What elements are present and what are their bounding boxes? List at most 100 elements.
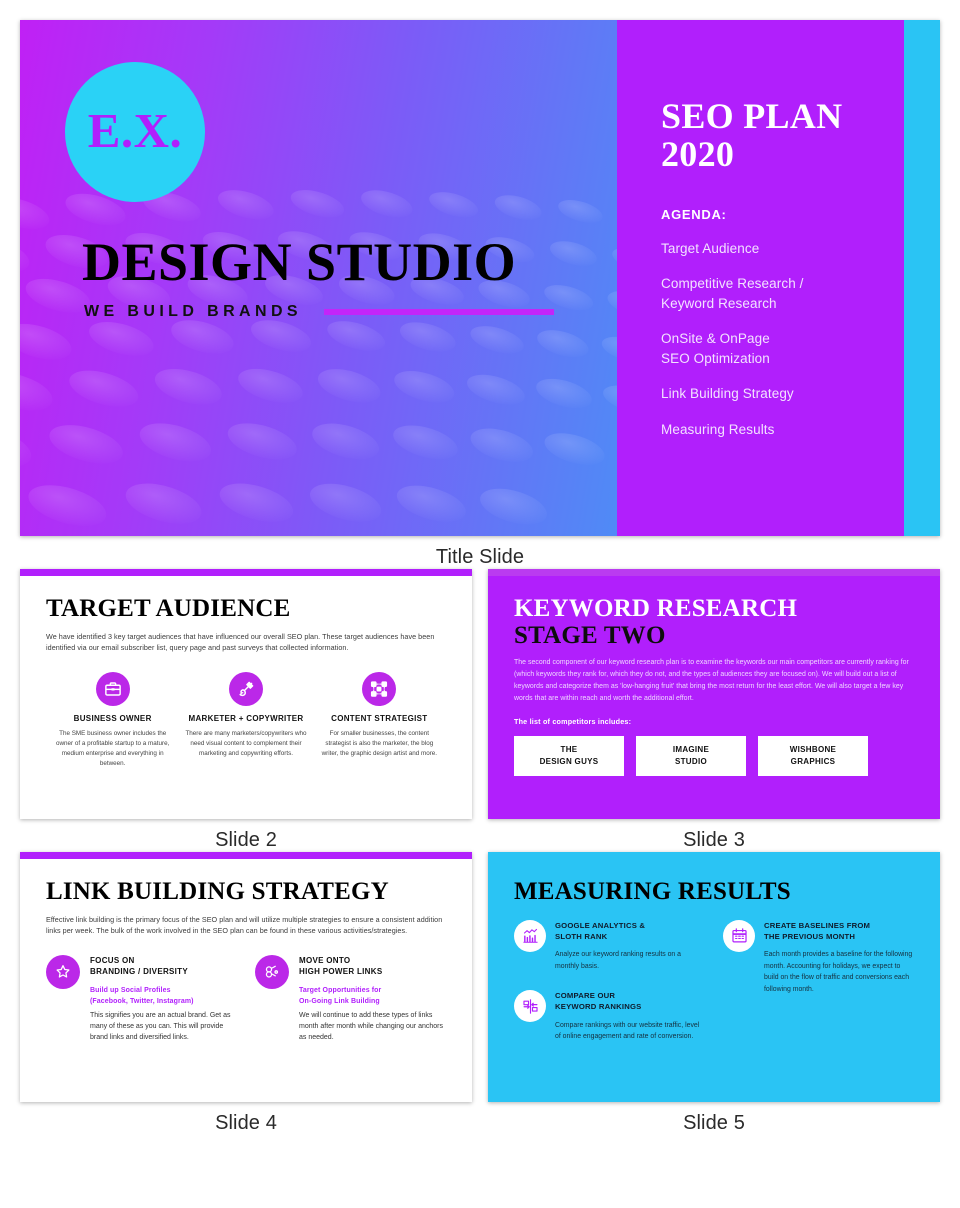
competitor-line1: IMAGINE: [672, 745, 710, 755]
slide-4[interactable]: LINK BUILDING STRATEGY Effective link bu…: [20, 852, 472, 1102]
title-slide-right-strip: SEO PLAN 2020 AGENDA: Target Audience Co…: [617, 20, 940, 536]
star-badge-icon: [46, 954, 80, 989]
strategy-highlight: Build up Social Profiles (Facebook, Twit…: [90, 987, 194, 1005]
audience-title: MARKETER + COPYWRITER: [188, 713, 304, 723]
presentation-title-line2: 2020: [661, 133, 735, 174]
slide-5[interactable]: MEASURING RESULTS GOOGLE ANALYTICS & SLO…: [488, 852, 940, 1102]
slide5-body: MEASURING RESULTS GOOGLE ANALYTICS & SLO…: [488, 859, 940, 1061]
presentation-title: SEO PLAN 2020: [661, 96, 878, 174]
slide5-right-column: CREATE BASELINES FROM THE PREVIOUS MONTH…: [723, 919, 914, 1062]
slide3-subhead: The list of competitors includes:: [514, 716, 632, 726]
slide-2[interactable]: TARGET AUDIENCE We have identified 3 key…: [20, 569, 472, 819]
strategy-desc: We will continue to add these types of l…: [299, 1011, 443, 1042]
scale-pattern-decoration: [20, 189, 617, 526]
metric-title: GOOGLE ANALYTICS & SLOTH RANK: [555, 920, 646, 941]
audience-title: CONTENT STRATEGIST: [331, 713, 428, 723]
slide3-paragraph: The second component of our keyword rese…: [514, 659, 909, 702]
strategy-title: FOCUS ON BRANDING / DIVERSITY: [90, 955, 189, 977]
agenda-item[interactable]: Measuring Results: [661, 420, 878, 440]
competitor-box[interactable]: IMAGINE STUDIO: [636, 735, 746, 776]
paintbrush-icon: [228, 671, 263, 706]
strategy-column[interactable]: MOVE ONTO HIGH POWER LINKS Target Opport…: [255, 954, 446, 1044]
slide5-top-bar: [488, 852, 940, 859]
strategy-highlight: Target Opportunities for On-Going Link B…: [299, 987, 382, 1005]
slide4-title: LINK BUILDING STRATEGY: [46, 878, 389, 905]
competitor-line1: WISHBONE: [789, 745, 837, 755]
slide4-body: LINK BUILDING STRATEGY Effective link bu…: [20, 859, 472, 1044]
slide3-title-line1: KEYWORD RESEARCH: [514, 595, 798, 622]
competitor-line2: STUDIO: [674, 756, 708, 766]
agenda-label: AGENDA:: [661, 206, 727, 222]
slide4-paragraph: Effective link building is the primary f…: [46, 914, 443, 936]
slide4-wrap: LINK BUILDING STRATEGY Effective link bu…: [20, 852, 472, 1135]
metric-item[interactable]: COMPARE OUR KEYWORD RANKINGS Compare ran…: [514, 990, 705, 1043]
brand-tagline: WE BUILD BRANDS: [84, 303, 302, 320]
agenda-item[interactable]: Competitive Research / Keyword Research: [661, 274, 878, 313]
slide3-caption: Slide 3: [683, 829, 745, 851]
metric-desc: Each month provides a baseline for the f…: [764, 950, 913, 994]
strategy-text: MOVE ONTO HIGH POWER LINKS Target Opport…: [299, 955, 446, 1044]
slide4-caption: Slide 4: [215, 1112, 277, 1134]
bar-chart-trend-icon: [514, 919, 546, 952]
strategy-text: FOCUS ON BRANDING / DIVERSITY Build up S…: [90, 955, 237, 1044]
metric-desc: Analyze our keyword ranking results on a…: [555, 950, 682, 970]
agenda-item[interactable]: Target Audience: [661, 239, 878, 259]
slide3-wrap: KEYWORD RESEARCH STAGE TWO The second co…: [488, 569, 940, 852]
presentation-title-line1: SEO PLAN: [661, 96, 843, 136]
metric-desc: Compare rankings with our website traffi…: [555, 1021, 700, 1041]
title-slide-wrap: E.X. DESIGN STUDIO WE BUILD BRANDS SEO P…: [20, 20, 940, 569]
metric-item[interactable]: CREATE BASELINES FROM THE PREVIOUS MONTH…: [723, 919, 914, 996]
strategy-column[interactable]: FOCUS ON BRANDING / DIVERSITY Build up S…: [46, 954, 237, 1044]
tagline-rule: [324, 309, 554, 315]
calendar-icon: [723, 919, 755, 952]
compare-arrows-icon: [514, 990, 546, 1023]
logo-circle: E.X.: [65, 62, 205, 202]
slide-deck-preview: E.X. DESIGN STUDIO WE BUILD BRANDS SEO P…: [0, 0, 960, 1208]
slide-row-2-3: TARGET AUDIENCE We have identified 3 key…: [20, 569, 940, 852]
audience-desc: For smaller businesses, the content stra…: [321, 729, 438, 757]
competitor-line1: THE: [560, 745, 578, 755]
slide2-caption: Slide 2: [215, 829, 277, 851]
slide-row-4-5: LINK BUILDING STRATEGY Effective link bu…: [20, 852, 940, 1135]
title-slide-left-panel: E.X. DESIGN STUDIO WE BUILD BRANDS: [20, 20, 617, 536]
competitor-line2: GRAPHICS: [790, 756, 836, 766]
slide-3[interactable]: KEYWORD RESEARCH STAGE TWO The second co…: [488, 569, 940, 819]
competitor-boxes: THE DESIGN GUYS IMAGINE STUDIO WISHBONE …: [514, 735, 914, 776]
audience-desc: There are many marketers/copywriters who…: [185, 729, 307, 757]
sitemap-icon: [362, 671, 397, 706]
slide2-columns: BUSINESS OWNER The SME business owner in…: [46, 671, 446, 769]
audience-column[interactable]: MARKETER + COPYWRITER There are many mar…: [179, 671, 312, 769]
agenda-item[interactable]: Link Building Strategy: [661, 384, 878, 404]
title-slide[interactable]: E.X. DESIGN STUDIO WE BUILD BRANDS SEO P…: [20, 20, 940, 536]
logo-text: E.X.: [87, 102, 183, 158]
audience-column[interactable]: CONTENT STRATEGIST For smaller businesse…: [313, 671, 446, 769]
metric-text: CREATE BASELINES FROM THE PREVIOUS MONTH…: [764, 920, 914, 996]
strategy-title: MOVE ONTO HIGH POWER LINKS: [299, 955, 383, 977]
slide2-paragraph: We have identified 3 key target audience…: [46, 631, 435, 653]
audience-column[interactable]: BUSINESS OWNER The SME business owner in…: [46, 671, 179, 769]
metric-item[interactable]: GOOGLE ANALYTICS & SLOTH RANK Analyze ou…: [514, 919, 705, 973]
slide3-top-bar: [488, 569, 940, 576]
slide2-top-bar: [20, 569, 472, 576]
slide2-wrap: TARGET AUDIENCE We have identified 3 key…: [20, 569, 472, 852]
competitor-box[interactable]: WISHBONE GRAPHICS: [758, 735, 868, 776]
metric-text: COMPARE OUR KEYWORD RANKINGS Compare ran…: [555, 990, 705, 1043]
agenda-item[interactable]: OnSite & OnPage SEO Optimization: [661, 329, 878, 368]
slide4-top-bar: [20, 852, 472, 859]
slide2-title: TARGET AUDIENCE: [46, 595, 291, 622]
slide5-title: MEASURING RESULTS: [514, 878, 791, 905]
slide2-body: TARGET AUDIENCE We have identified 3 key…: [20, 576, 472, 769]
competitor-line2: DESIGN GUYS: [539, 756, 599, 766]
competitor-box[interactable]: THE DESIGN GUYS: [514, 735, 624, 776]
slide3-title-line2: STAGE TWO: [514, 621, 666, 649]
slide5-wrap: MEASURING RESULTS GOOGLE ANALYTICS & SLO…: [488, 852, 940, 1135]
slide5-grid: GOOGLE ANALYTICS & SLOTH RANK Analyze ou…: [514, 919, 914, 1062]
slide5-left-column: GOOGLE ANALYTICS & SLOTH RANK Analyze ou…: [514, 919, 705, 1062]
title-slide-caption: Title Slide: [435, 546, 525, 568]
metric-title: COMPARE OUR KEYWORD RANKINGS: [555, 991, 642, 1012]
slide5-caption: Slide 5: [683, 1112, 745, 1134]
metric-text: GOOGLE ANALYTICS & SLOTH RANK Analyze ou…: [555, 920, 705, 973]
audience-title: BUSINESS OWNER: [73, 713, 152, 723]
brand-name: DESIGN STUDIO: [82, 232, 517, 292]
chain-link-icon: [255, 954, 289, 989]
